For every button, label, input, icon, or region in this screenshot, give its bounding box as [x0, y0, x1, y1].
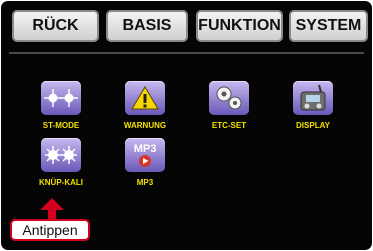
- app-display[interactable]: DISPLAY: [274, 81, 354, 141]
- tab-back[interactable]: RÜCK: [12, 10, 99, 42]
- transmitter-display-icon: [293, 81, 333, 115]
- app-label: MP3: [136, 178, 154, 187]
- tab-funktion[interactable]: FUNKTION: [196, 10, 283, 42]
- gears-icon: [209, 81, 249, 115]
- divider: [9, 52, 364, 54]
- app-label: ST-MODE: [42, 121, 80, 130]
- mp3-player-icon: MP3: [125, 138, 165, 172]
- app-label: KNÜP-KALI: [39, 178, 83, 187]
- top-tab-bar: RÜCK BASIS FUNKTION SYSTEM: [1, 1, 372, 61]
- app-st-mode[interactable]: ST-MODE: [22, 81, 102, 141]
- app-label: ETC-SET: [211, 121, 247, 130]
- svg-text:MP3: MP3: [134, 143, 157, 155]
- stick-mode-icon: [41, 81, 81, 115]
- tab-system[interactable]: SYSTEM: [289, 10, 368, 42]
- tab-basis[interactable]: BASIS: [106, 10, 188, 42]
- tap-callout: Antippen: [10, 219, 90, 241]
- app-knuep-kali[interactable]: KNÜP-KALI: [22, 138, 102, 198]
- warning-icon: [125, 81, 165, 115]
- app-label: DISPLAY: [296, 121, 330, 130]
- app-warnung[interactable]: WARNUNG: [106, 81, 186, 141]
- stick-calibration-icon: [41, 138, 81, 172]
- app-etc-set[interactable]: ETC-SET: [190, 81, 270, 141]
- app-label: WARNUNG: [123, 121, 167, 130]
- app-mp3[interactable]: MP3 MP3: [106, 138, 186, 198]
